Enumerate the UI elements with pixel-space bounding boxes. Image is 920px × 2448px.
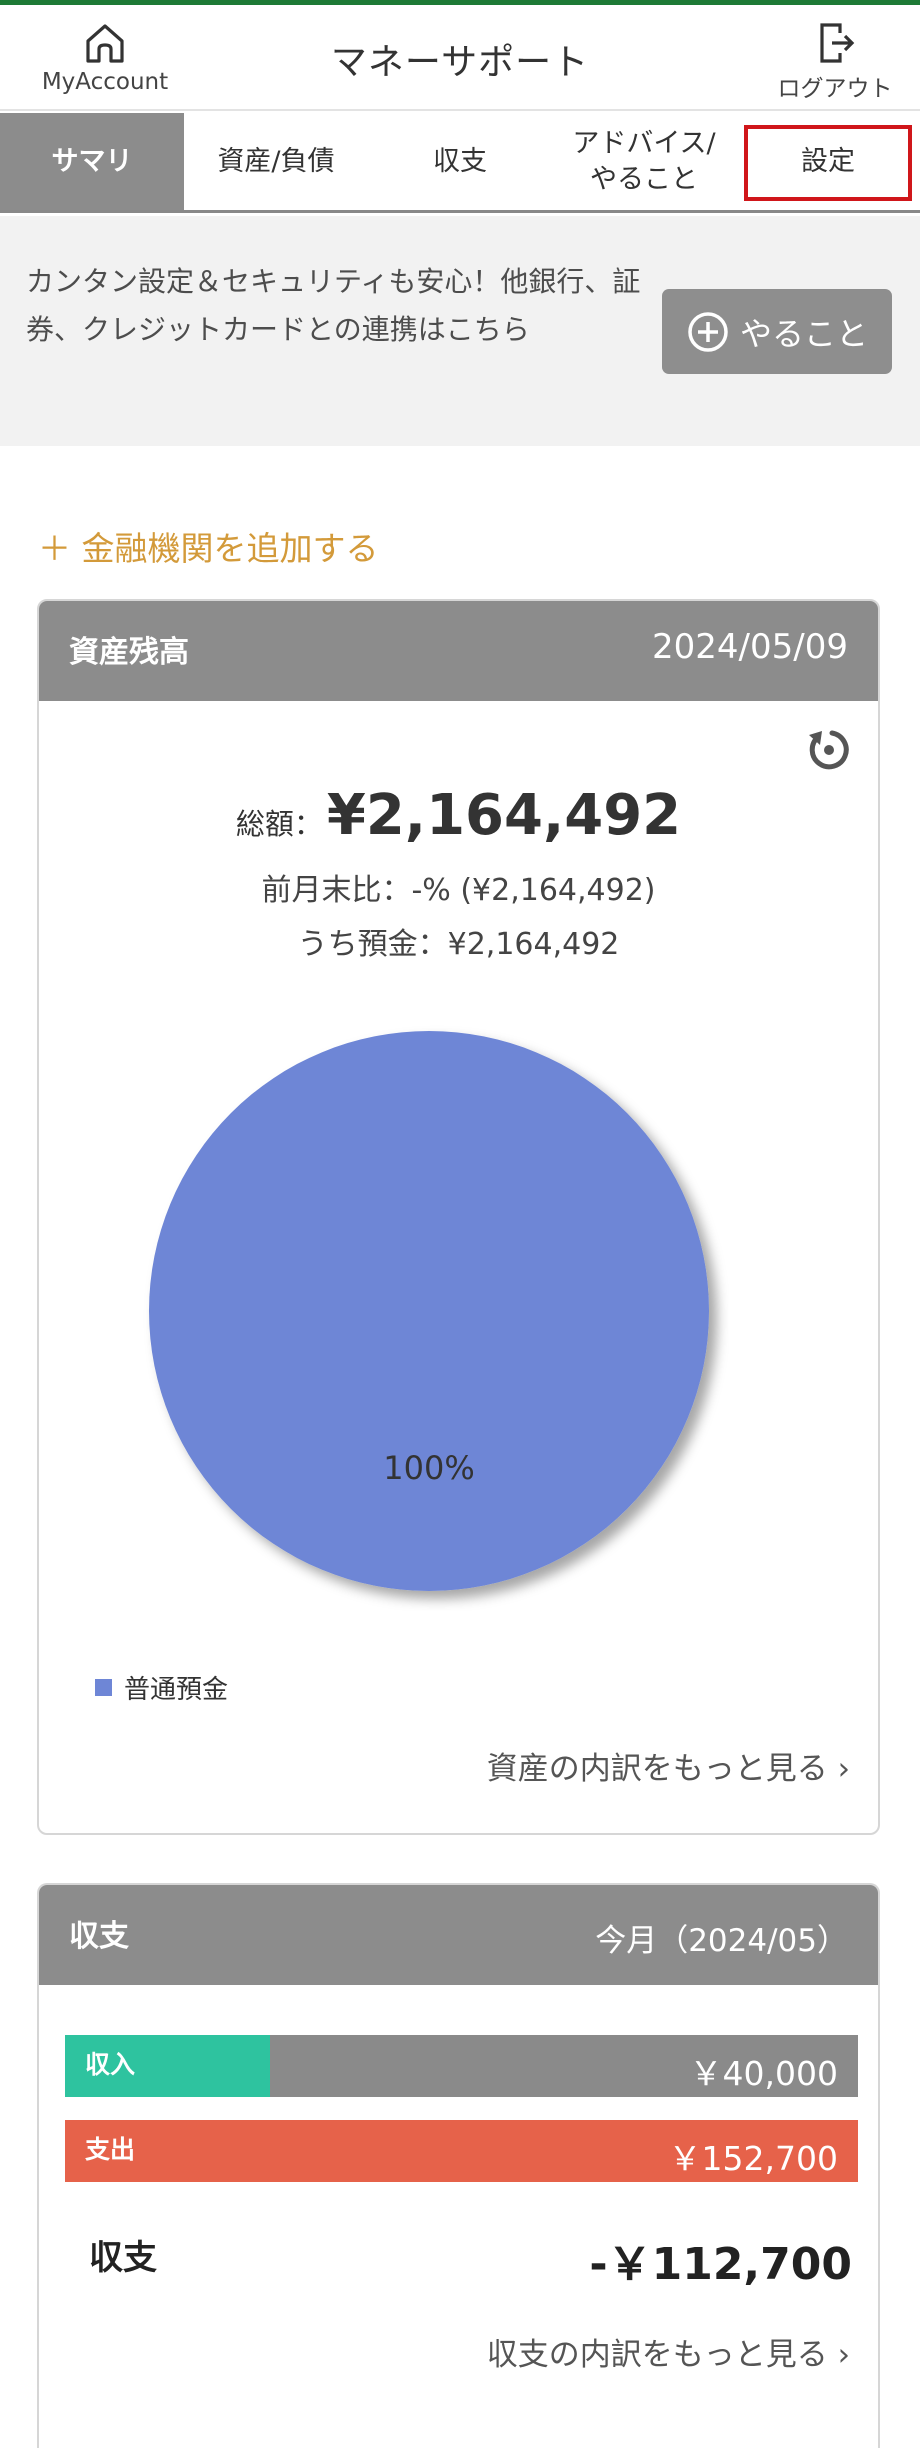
net-value: -￥112,700 bbox=[589, 2239, 852, 2290]
todo-button[interactable]: やること bbox=[662, 289, 892, 374]
logout-button[interactable]: ログアウト bbox=[760, 19, 910, 105]
expense-label: 支出 bbox=[85, 2135, 136, 2164]
app-header: MyAccount マネーサポート ログアウト bbox=[0, 5, 920, 111]
logout-icon bbox=[820, 23, 855, 63]
income-value: ￥40,000 bbox=[689, 2054, 838, 2093]
main-tabs: サマリ 資産/負債 収支 アドバイス/ やること 設定 bbox=[0, 113, 920, 213]
todo-button-label: やること bbox=[739, 314, 868, 353]
cashflow-card-title: 収支 bbox=[69, 1919, 129, 1954]
cashflow-card: 収支 今月（2024/05） 収入 ￥40,000 支出 ￥152,700 収支… bbox=[37, 1883, 880, 2448]
plus-circle-icon bbox=[688, 311, 728, 352]
income-bar: 収入 ￥40,000 bbox=[65, 2035, 858, 2097]
asset-detail-link[interactable]: 資産の内訳をもっと見る › bbox=[487, 1743, 850, 1788]
pie-slice-label: 100% bbox=[383, 1449, 474, 1487]
cashflow-period: 今月（2024/05） bbox=[595, 1923, 848, 1959]
cashflow-card-header: 収支 今月（2024/05） bbox=[39, 1885, 878, 1985]
asset-total: 総額：¥2,164,492 bbox=[39, 783, 878, 848]
expense-value: ￥152,700 bbox=[668, 2139, 838, 2178]
asset-pie-chart: 100% bbox=[149, 1031, 709, 1591]
total-label: 総額： bbox=[235, 807, 323, 841]
tab-advice-todo[interactable]: アドバイス/ やること bbox=[552, 113, 736, 210]
asset-card-title: 資産残高 bbox=[69, 635, 189, 670]
add-institution-link[interactable]: ＋ 金融機関を追加する bbox=[38, 522, 379, 570]
cashflow-detail-link[interactable]: 収支の内訳をもっと見る › bbox=[487, 2329, 850, 2374]
refresh-icon[interactable] bbox=[802, 723, 856, 777]
tab-assets-liabilities[interactable]: 資産/負債 bbox=[184, 113, 368, 210]
deposit-amount: うち預金：¥2,164,492 bbox=[297, 927, 620, 962]
integration-notice: カンタン設定＆セキュリティも安心！他銀行、証券、クレジットカードとの連携はこちら… bbox=[0, 216, 920, 446]
pie-legend: 普通預金 bbox=[95, 1669, 228, 1706]
tab-settings[interactable]: 設定 bbox=[736, 113, 920, 210]
notice-text: カンタン設定＆セキュリティも安心！他銀行、証券、クレジットカードとの連携はこちら bbox=[26, 265, 641, 346]
asset-card-date: 2024/05/09 bbox=[652, 627, 848, 667]
tab-cashflow[interactable]: 収支 bbox=[368, 113, 552, 210]
pie-slice bbox=[149, 1031, 709, 1591]
income-label: 収入 bbox=[85, 2050, 136, 2079]
tab-summary[interactable]: サマリ bbox=[0, 113, 184, 210]
total-value: ¥2,164,492 bbox=[326, 783, 682, 848]
net-label: 収支 bbox=[89, 2238, 157, 2278]
legend-swatch bbox=[95, 1679, 112, 1696]
asset-card-header: 資産残高 2024/05/09 bbox=[39, 601, 878, 701]
asset-balance-card: 資産残高 2024/05/09 総額：¥2,164,492 前月末比：-% (¥… bbox=[37, 599, 880, 1835]
expense-bar: 支出 ￥152,700 bbox=[65, 2120, 858, 2182]
month-compare: 前月末比：-% (¥2,164,492) bbox=[261, 873, 656, 908]
legend-label: 普通預金 bbox=[124, 1675, 229, 1705]
highlight-box bbox=[744, 125, 912, 201]
logout-label: ログアウト bbox=[777, 76, 893, 102]
